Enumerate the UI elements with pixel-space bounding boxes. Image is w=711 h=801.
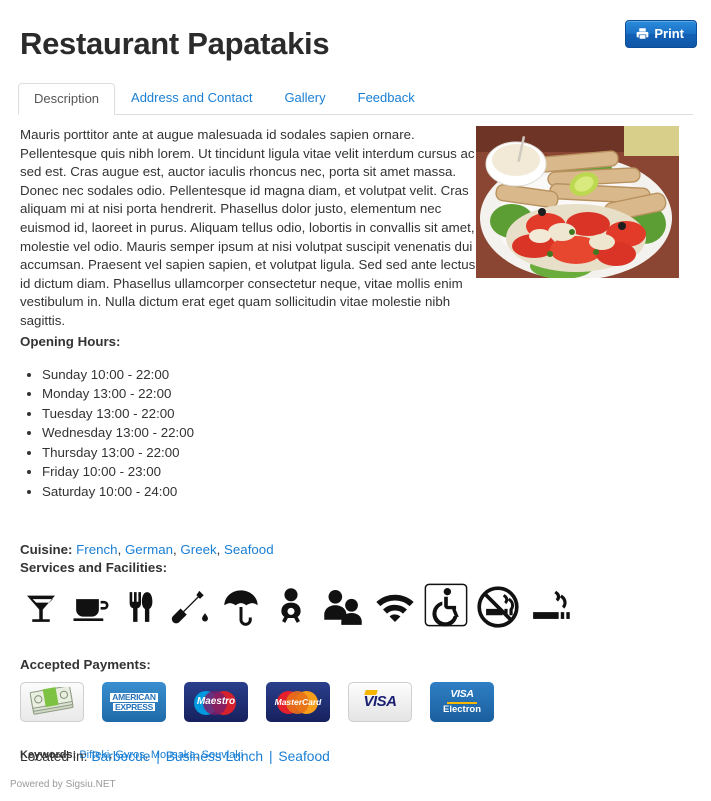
wine-bottle-icon bbox=[171, 590, 208, 624]
coffee-cup-icon bbox=[73, 599, 109, 622]
list-item: Wednesday 13:00 - 22:00 bbox=[42, 423, 691, 443]
baby-icon bbox=[281, 588, 301, 623]
cuisine-link-french[interactable]: French bbox=[76, 542, 117, 557]
list-item: Friday 10:00 - 23:00 bbox=[42, 462, 691, 482]
maestro-label: Maestro bbox=[196, 696, 236, 708]
maestro-icon: Maestro bbox=[184, 682, 248, 723]
list-item: Thursday 13:00 - 22:00 bbox=[42, 443, 691, 463]
restaurant-detail-page: Print Restaurant Papatakis Description A… bbox=[0, 0, 711, 801]
print-button[interactable]: Print bbox=[625, 20, 697, 48]
mastercard-icon: MasterCard bbox=[266, 682, 330, 723]
tab-description[interactable]: Description bbox=[18, 83, 116, 115]
opening-hours-label: Opening Hours: bbox=[20, 333, 121, 349]
located-in-label: Located in: bbox=[20, 749, 88, 764]
description-text: Mauris porttitor ante at augue malesuada… bbox=[20, 127, 480, 328]
accepted-payments-label: Accepted Payments: bbox=[20, 657, 151, 673]
cuisine-link-greek[interactable]: Greek bbox=[180, 542, 216, 557]
page-title: Restaurant Papatakis bbox=[20, 26, 330, 61]
visa-electron-icon: VISA Electron bbox=[430, 682, 494, 723]
visa-icon: VISA bbox=[348, 682, 412, 723]
list-item: Tuesday 13:00 - 22:00 bbox=[42, 404, 691, 424]
amex-line1: AMERICAN bbox=[110, 691, 158, 702]
fork-knife-icon bbox=[129, 592, 153, 622]
category-link-seafood[interactable]: Seafood bbox=[278, 749, 329, 764]
mastercard-label: MasterCard bbox=[274, 697, 322, 708]
category-separator: | bbox=[268, 749, 273, 764]
wifi-icon bbox=[376, 594, 414, 623]
facilities-icon-row bbox=[20, 583, 691, 631]
american-express-icon: AMERICAN EXPRESS bbox=[102, 682, 166, 723]
visa-electron-line1: VISA bbox=[450, 688, 474, 701]
cuisine-row: Cuisine: French, German, Greek, Seafood bbox=[20, 542, 274, 558]
printer-icon bbox=[636, 27, 649, 40]
located-in-row: Located in: Barbecue | Business Lunch | … bbox=[20, 748, 330, 766]
facilities-label: Services and Facilities: bbox=[20, 560, 168, 576]
category-separator: | bbox=[156, 749, 160, 764]
list-item: Saturday 10:00 - 24:00 bbox=[42, 482, 691, 502]
cocktail-icon bbox=[27, 595, 55, 622]
umbrella-icon bbox=[224, 590, 258, 626]
print-button-label: Print bbox=[654, 26, 684, 41]
restaurant-dish-photo bbox=[476, 126, 679, 278]
smoking-allowed-icon bbox=[533, 590, 570, 619]
category-link-barbecue[interactable]: Barbecue bbox=[91, 749, 150, 764]
tab-feedback[interactable]: Feedback bbox=[342, 82, 431, 114]
cuisine-label: Cuisine: bbox=[20, 542, 73, 558]
visa-electron-line2: Electron bbox=[442, 703, 481, 715]
wheelchair-accessible-icon bbox=[424, 583, 468, 632]
category-link-business-lunch[interactable]: Business Lunch bbox=[166, 749, 263, 764]
tab-bar: Description Address and Contact Gallery … bbox=[18, 82, 693, 115]
list-item: Sunday 10:00 - 22:00 bbox=[42, 365, 691, 385]
group-people-icon bbox=[324, 589, 362, 625]
cuisine-link-seafood[interactable]: Seafood bbox=[224, 542, 274, 557]
cash-icon bbox=[20, 682, 84, 723]
visa-label: VISA bbox=[363, 693, 397, 711]
opening-hours-list: Sunday 10:00 - 22:00 Monday 13:00 - 22:0… bbox=[20, 365, 691, 502]
amex-line2: EXPRESS bbox=[112, 701, 156, 712]
tab-address-and-contact[interactable]: Address and Contact bbox=[115, 82, 268, 114]
cuisine-link-german[interactable]: German bbox=[125, 542, 173, 557]
list-item: Monday 13:00 - 22:00 bbox=[42, 384, 691, 404]
payments-row: AMERICAN EXPRESS Maestro MasterCard VISA… bbox=[20, 682, 691, 723]
no-smoking-icon bbox=[477, 586, 519, 628]
description-panel: Mauris porttitor ante at augue malesuada… bbox=[20, 126, 691, 763]
tab-gallery[interactable]: Gallery bbox=[268, 82, 341, 114]
powered-by-label: Powered by Sigsiu.NET bbox=[10, 779, 116, 790]
